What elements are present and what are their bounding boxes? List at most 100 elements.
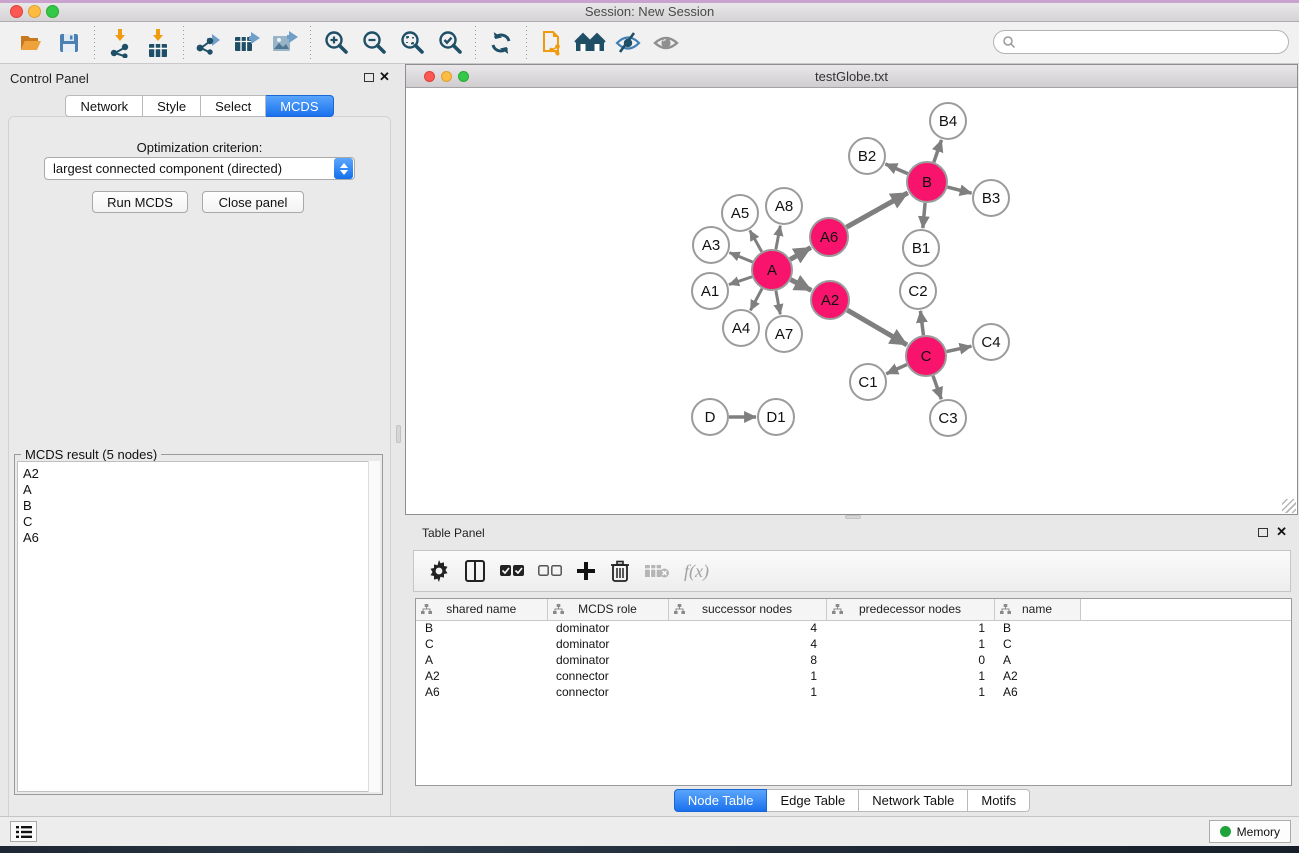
cell-predecessor-nodes[interactable]: 1 xyxy=(826,684,994,700)
import-network-icon[interactable] xyxy=(101,25,139,61)
network-graph[interactable]: AA1A2A3A4A5A6A7A8BB1B2B3B4CC1C2C3C4DD1 xyxy=(406,88,1297,514)
edge-A-A7[interactable] xyxy=(776,291,780,315)
refresh-icon[interactable] xyxy=(482,25,520,61)
mcds-result-item[interactable]: A xyxy=(23,482,369,498)
close-table-panel-icon[interactable]: ✕ xyxy=(1276,524,1287,540)
node-table[interactable]: shared nameMCDS rolesuccessor nodesprede… xyxy=(416,599,1292,700)
cell-shared-name[interactable]: A xyxy=(416,652,547,668)
new-network-from-file-icon[interactable] xyxy=(533,25,571,61)
delete-column-trash-icon[interactable] xyxy=(610,556,630,586)
edge-A-A5[interactable] xyxy=(750,230,762,251)
cell-shared-name[interactable]: B xyxy=(416,620,547,636)
export-table-icon[interactable] xyxy=(228,25,266,61)
table-row[interactable]: A2connector11A2 xyxy=(416,668,1292,684)
hide-panel-eye-slash-icon[interactable] xyxy=(609,25,647,61)
edge-C-C2[interactable] xyxy=(920,311,923,335)
column-header-MCDS-role[interactable]: MCDS role xyxy=(547,599,668,620)
show-panel-eye-icon[interactable] xyxy=(647,25,685,61)
tab-select[interactable]: Select xyxy=(201,95,266,117)
cell-successor-nodes[interactable]: 4 xyxy=(668,620,826,636)
search-field[interactable] xyxy=(993,30,1289,54)
zoom-fit-icon[interactable] xyxy=(393,25,431,61)
cell-shared-name[interactable]: A6 xyxy=(416,684,547,700)
edge-B-B2[interactable] xyxy=(885,164,907,174)
edge-A-A3[interactable] xyxy=(730,253,753,262)
tab-style[interactable]: Style xyxy=(143,95,201,117)
tab-motifs[interactable]: Motifs xyxy=(968,789,1030,812)
cell-shared-name[interactable]: A2 xyxy=(416,668,547,684)
cell-successor-nodes[interactable]: 8 xyxy=(668,652,826,668)
tab-edge-table[interactable]: Edge Table xyxy=(767,789,859,812)
tab-mcds[interactable]: MCDS xyxy=(266,95,333,117)
deselect-all-rows-icon[interactable] xyxy=(538,556,562,586)
close-panel-icon[interactable]: ✕ xyxy=(379,69,390,85)
edge-C-C1[interactable] xyxy=(886,365,907,374)
export-network-icon[interactable] xyxy=(190,25,228,61)
zoom-in-icon[interactable] xyxy=(317,25,355,61)
cell-MCDS-role[interactable]: connector xyxy=(547,668,668,684)
zoom-selected-icon[interactable] xyxy=(431,25,469,61)
edge-C-C4[interactable] xyxy=(947,346,972,351)
export-image-icon[interactable] xyxy=(266,25,304,61)
close-panel-button[interactable]: Close panel xyxy=(202,191,304,213)
table-row[interactable]: Bdominator41B xyxy=(416,620,1292,636)
edge-A-A8[interactable] xyxy=(776,226,780,250)
cell-MCDS-role[interactable]: dominator xyxy=(547,620,668,636)
mcds-result-item[interactable]: B xyxy=(23,498,369,514)
column-header-successor-nodes[interactable]: successor nodes xyxy=(668,599,826,620)
edge-A-A1[interactable] xyxy=(729,277,752,285)
task-history-button[interactable] xyxy=(10,821,37,842)
float-table-panel-icon[interactable] xyxy=(1258,528,1268,537)
cell-predecessor-nodes[interactable]: 1 xyxy=(826,620,994,636)
search-input[interactable] xyxy=(1016,33,1288,51)
cell-MCDS-role[interactable]: dominator xyxy=(547,636,668,652)
cell-predecessor-nodes[interactable]: 1 xyxy=(826,668,994,684)
column-header-shared-name[interactable]: shared name xyxy=(416,599,547,620)
network-window-titlebar[interactable]: testGlobe.txt xyxy=(406,65,1297,88)
cell-shared-name[interactable]: C xyxy=(416,636,547,652)
cell-name[interactable]: B xyxy=(994,620,1080,636)
edge-B-B1[interactable] xyxy=(923,203,925,228)
home-layout-icon[interactable] xyxy=(571,25,609,61)
memory-button[interactable]: Memory xyxy=(1209,820,1291,843)
column-header-predecessor-nodes[interactable]: predecessor nodes xyxy=(826,599,994,620)
cell-MCDS-role[interactable]: connector xyxy=(547,684,668,700)
cell-name[interactable]: A6 xyxy=(994,684,1080,700)
float-panel-icon[interactable] xyxy=(364,73,374,82)
mcds-result-item[interactable]: A6 xyxy=(23,530,369,546)
edge-A6-B[interactable] xyxy=(846,193,907,227)
edge-B-B4[interactable] xyxy=(934,140,942,162)
vertical-splitter-handle[interactable] xyxy=(396,425,401,443)
mcds-result-item[interactable]: C xyxy=(23,514,369,530)
run-mcds-button[interactable]: Run MCDS xyxy=(92,191,188,213)
edge-A-A2[interactable] xyxy=(791,280,812,291)
add-column-plus-icon[interactable] xyxy=(576,556,596,586)
import-table-icon[interactable] xyxy=(139,25,177,61)
optimization-criterion-select[interactable]: largest connected component (directed) xyxy=(44,157,355,180)
horizontal-splitter-handle[interactable] xyxy=(845,515,861,519)
edge-A-A4[interactable] xyxy=(750,289,762,311)
cell-name[interactable]: C xyxy=(994,636,1080,652)
resize-grip-icon[interactable] xyxy=(1282,499,1296,513)
function-builder-icon[interactable]: f(x) xyxy=(684,561,709,582)
mcds-result-list[interactable]: A2ABCA6 xyxy=(17,461,370,792)
cell-name[interactable]: A2 xyxy=(994,668,1080,684)
edge-C-C3[interactable] xyxy=(933,376,941,399)
edge-A2-C[interactable] xyxy=(847,310,907,345)
cell-successor-nodes[interactable]: 1 xyxy=(668,684,826,700)
cell-name[interactable]: A xyxy=(994,652,1080,668)
table-row[interactable]: Adominator80A xyxy=(416,652,1292,668)
browse-columns-icon[interactable] xyxy=(464,556,486,586)
tab-node-table[interactable]: Node Table xyxy=(674,789,768,812)
cell-successor-nodes[interactable]: 1 xyxy=(668,668,826,684)
select-all-rows-icon[interactable] xyxy=(500,556,524,586)
tab-network[interactable]: Network xyxy=(65,95,143,117)
cell-predecessor-nodes[interactable]: 1 xyxy=(826,636,994,652)
tab-network-table[interactable]: Network Table xyxy=(859,789,968,812)
cell-predecessor-nodes[interactable]: 0 xyxy=(826,652,994,668)
mcds-list-scrollbar[interactable] xyxy=(368,461,380,792)
zoom-out-icon[interactable] xyxy=(355,25,393,61)
open-file-icon[interactable] xyxy=(12,25,50,61)
cell-successor-nodes[interactable]: 4 xyxy=(668,636,826,652)
table-settings-gear-icon[interactable] xyxy=(428,556,450,586)
